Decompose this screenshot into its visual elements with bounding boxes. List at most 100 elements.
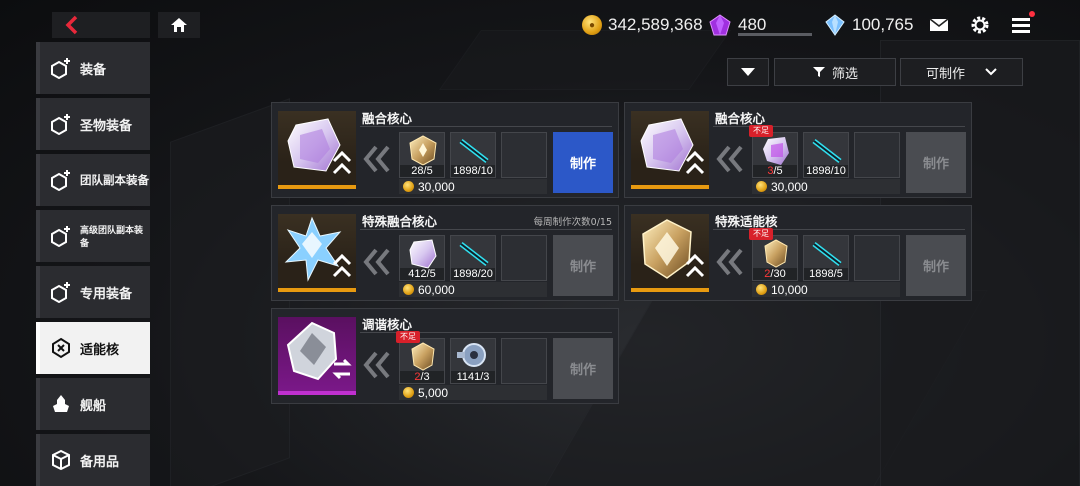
material-slot[interactable]: 2/30	[752, 235, 798, 281]
nav-label: 备用品	[80, 454, 120, 470]
gold-cost: 30,000	[399, 179, 547, 194]
material-count: 1898/10	[804, 165, 848, 177]
crystal-currency: 100,765	[824, 12, 913, 38]
material-count: 1898/20	[451, 268, 495, 280]
item-thumbnail[interactable]	[631, 111, 709, 189]
material-slot[interactable]: 1141/3	[450, 338, 496, 384]
empty-slot	[501, 235, 547, 281]
item-thumbnail[interactable]	[631, 214, 709, 292]
gold-amount: 342,589,368	[608, 15, 703, 34]
craft-button[interactable]: 制作	[553, 338, 613, 399]
nav-item-supplies[interactable]: 备用品	[36, 434, 150, 486]
empty-slot	[501, 338, 547, 384]
gem-currency: 480	[708, 12, 812, 38]
gold-cost: 10,000	[752, 282, 900, 297]
filter-icon	[812, 67, 825, 77]
craft-card-tuning-core: 调谐核心 不足 2/3 1141/3 5,000 制作	[271, 308, 619, 404]
sort-dropdown-button[interactable]	[727, 58, 769, 86]
cyan-rod-icon	[812, 139, 842, 163]
nav-label: 圣物装备	[80, 118, 133, 134]
material-count: 2/30	[753, 268, 797, 280]
gem-bar	[738, 33, 812, 36]
material-count: 1898/5	[804, 268, 848, 280]
material-slot[interactable]: 28/5	[399, 132, 445, 178]
nav-label: 舰船	[80, 398, 107, 414]
material-slot[interactable]: 1898/10	[803, 132, 849, 178]
material-slot[interactable]: 3/5	[752, 132, 798, 178]
nav-item-ship[interactable]: 舰船	[36, 378, 150, 430]
nav-label: 专用装备	[80, 286, 133, 302]
item-thumbnail[interactable]	[278, 111, 356, 189]
back-button[interactable]	[52, 12, 150, 38]
nav-item-advanced-raid-equipment[interactable]: 高级团队副本装备	[36, 210, 150, 262]
purple-gem-icon	[709, 14, 731, 36]
craft-button[interactable]: 制作	[906, 132, 966, 193]
cost-amount: 30,000	[771, 179, 808, 194]
cost-amount: 30,000	[418, 179, 455, 194]
triangle-down-icon	[741, 68, 755, 76]
item-thumbnail[interactable]	[278, 214, 356, 292]
side-nav: 装备 圣物装备 团队副本装备 高级团队副本装备 专用装备 适能核 舰船 备用品	[36, 42, 150, 486]
cyan-rod-icon	[812, 242, 842, 266]
craft-button[interactable]: 制作	[553, 132, 613, 193]
nav-label: 团队副本装备	[80, 173, 149, 187]
cube-plus-icon	[51, 114, 70, 135]
craft-button[interactable]: 制作	[906, 235, 966, 296]
filter-label: 筛选	[831, 66, 858, 82]
empty-slot	[501, 132, 547, 178]
gold-gem-icon	[411, 342, 435, 371]
cost-amount: 60,000	[418, 282, 455, 297]
gem-amount: 480	[738, 15, 767, 34]
craft-button[interactable]: 制作	[553, 235, 613, 296]
menu-button[interactable]	[1010, 11, 1035, 36]
insufficient-badge: 不足	[749, 125, 773, 137]
gold-cost: 5,000	[399, 385, 547, 400]
card-title: 融合核心	[362, 111, 413, 126]
craft-card-fusion-core: 融合核心 28/5 1898/10 30,000 制作	[271, 102, 619, 198]
cyan-rod-icon	[459, 139, 489, 163]
mail-icon	[929, 18, 949, 31]
upgrade-arrow-icon	[332, 150, 352, 175]
nav-item-fitness-core[interactable]: 适能核	[36, 322, 150, 374]
gold-coin-icon: ●	[582, 15, 602, 35]
gold-coin-icon	[756, 181, 767, 192]
exchange-arrows-icon	[332, 358, 352, 380]
empty-slot	[854, 235, 900, 281]
craftable-dropdown[interactable]: 可制作	[900, 58, 1023, 86]
material-slot[interactable]: 2/3	[399, 338, 445, 384]
material-slot[interactable]: 1898/5	[803, 235, 849, 281]
empty-slot	[854, 132, 900, 178]
item-thumbnail[interactable]	[278, 317, 356, 395]
weekly-craft-limit: 每周制作次数0/15	[533, 217, 612, 228]
nav-item-raid-equipment[interactable]: 团队副本装备	[36, 154, 150, 206]
nav-label: 装备	[80, 62, 107, 78]
filter-button[interactable]: 筛选	[774, 58, 896, 86]
mail-button[interactable]	[928, 14, 950, 36]
hamburger-menu-icon	[1012, 18, 1030, 33]
nav-item-relic-equipment[interactable]: 圣物装备	[36, 98, 150, 150]
double-chevron-left-icon	[363, 248, 390, 276]
nav-label: 高级团队副本装备	[80, 226, 144, 249]
cyan-rod-icon	[459, 242, 489, 266]
gold-coin-icon	[756, 284, 767, 295]
material-slot[interactable]: 412/5	[399, 235, 445, 281]
insufficient-badge: 不足	[749, 228, 773, 240]
material-slot[interactable]: 1898/10	[450, 132, 496, 178]
nav-item-exclusive-equipment[interactable]: 专用装备	[36, 266, 150, 318]
upgrade-arrow-icon	[685, 150, 705, 175]
home-button[interactable]	[158, 12, 200, 38]
card-title: 特殊融合核心	[362, 214, 438, 229]
cube-plus-icon	[51, 282, 70, 303]
back-arrow-icon	[65, 15, 78, 35]
material-slot[interactable]: 1898/20	[450, 235, 496, 281]
gold-coin-icon	[403, 181, 414, 192]
settings-button[interactable]	[969, 14, 991, 36]
gold-cost: 60,000	[399, 282, 547, 297]
material-count: 1898/10	[451, 165, 495, 177]
craftable-label: 可制作	[925, 66, 965, 82]
nav-item-equipment[interactable]: 装备	[36, 42, 150, 94]
cube-plus-icon	[51, 58, 70, 79]
gold-medal-icon	[409, 135, 437, 166]
material-count: 3/5	[753, 165, 797, 177]
core-icon	[52, 337, 70, 359]
